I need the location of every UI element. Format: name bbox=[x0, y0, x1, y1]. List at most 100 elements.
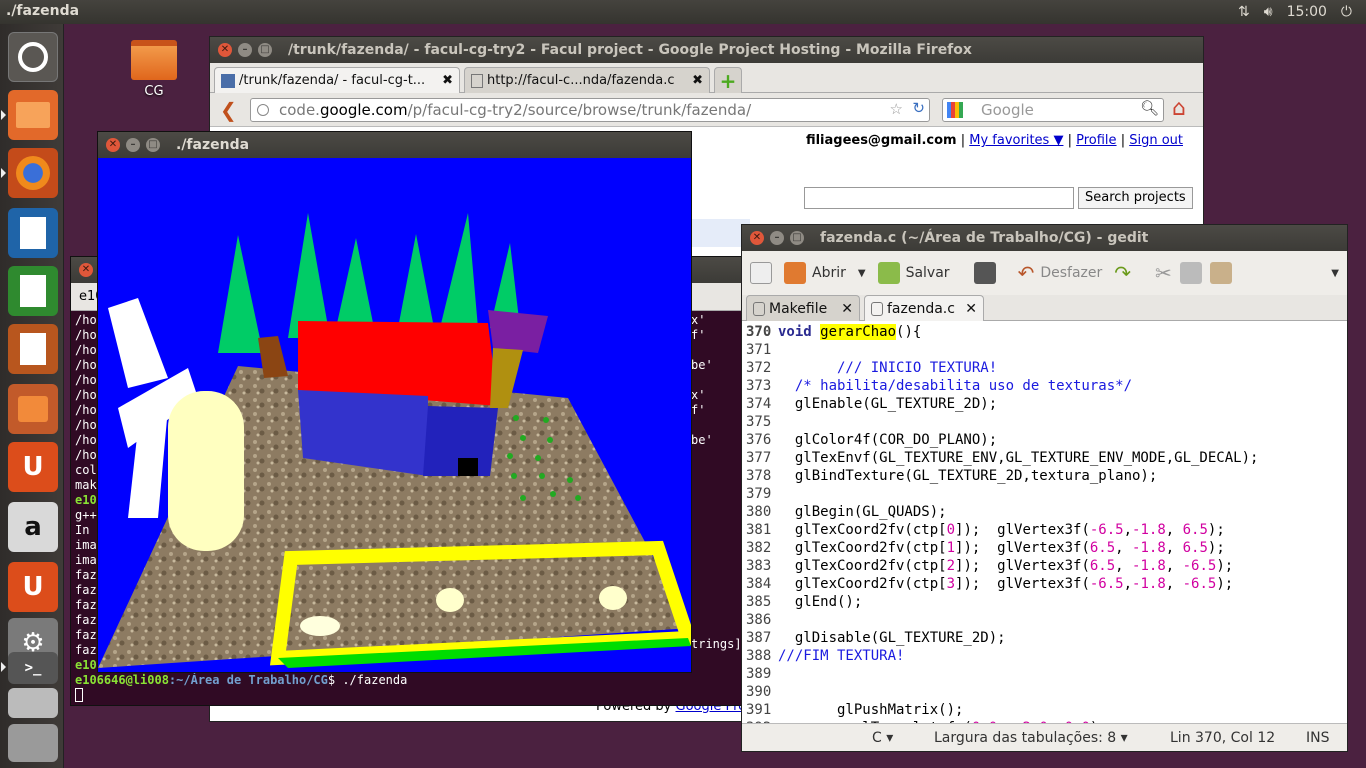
google-icon[interactable] bbox=[947, 102, 963, 118]
tab-makefile[interactable]: Makefile ✕ bbox=[746, 295, 860, 321]
profile-link[interactable]: Profile bbox=[1076, 133, 1116, 148]
line-text: glPushMatrix(); bbox=[778, 702, 964, 718]
ubuntu-icon[interactable] bbox=[8, 32, 58, 82]
reload-icon[interactable]: ↻ bbox=[912, 99, 925, 117]
line-text: glTexCoord2fv(ctp[3]); glVertex3f(-6.5,-… bbox=[778, 576, 1234, 592]
redo-icon[interactable]: ↷ bbox=[1114, 261, 1131, 285]
tab-trunk[interactable]: /trunk/fazenda/ - facul-cg-t... ✖ bbox=[214, 67, 460, 93]
gedit-statusbar: C ▾ Largura das tabulações: 8 ▾ Lin 370,… bbox=[742, 723, 1347, 751]
close-icon[interactable]: ✕ bbox=[79, 263, 93, 277]
search-placeholder: Google bbox=[981, 101, 1034, 119]
gedit-toolbar: Abrir ▼ Salvar ↶ Desfazer ↷ ✂ ▼ bbox=[742, 251, 1347, 295]
windmill-tower bbox=[168, 391, 244, 551]
tab-fazenda-c[interactable]: http://facul-c...nda/fazenda.c ✖ bbox=[464, 67, 710, 93]
impress-icon[interactable] bbox=[8, 324, 58, 374]
trash-icon[interactable] bbox=[8, 724, 58, 762]
code-editor[interactable]: 370 void gerarChao(){371 372 /// INICIO TE… bbox=[742, 321, 1347, 725]
save-button[interactable]: Salvar bbox=[874, 255, 954, 291]
separator: | bbox=[1067, 133, 1072, 148]
terminal-right-fragments: x' f' be' x' f' be' bbox=[691, 313, 741, 448]
close-icon[interactable]: ✕ bbox=[750, 231, 764, 245]
firefox-icon[interactable] bbox=[1, 148, 58, 198]
files-icon[interactable] bbox=[1, 90, 58, 140]
line-number: 372 bbox=[746, 360, 772, 376]
new-tab-button[interactable]: + bbox=[714, 67, 742, 93]
open-dropdown-icon[interactable]: ▼ bbox=[858, 268, 866, 279]
desktop-folder-cg[interactable]: CG bbox=[128, 40, 180, 99]
fazenda-window: ✕ – □ ./fazenda bbox=[97, 131, 692, 673]
minimize-icon[interactable]: – bbox=[238, 43, 252, 57]
clock[interactable]: 15:00 bbox=[1287, 4, 1327, 20]
paste-icon[interactable] bbox=[1209, 262, 1232, 284]
amazon-icon[interactable]: a bbox=[8, 502, 58, 552]
url-domain: google.com bbox=[319, 101, 408, 119]
sign-out-link[interactable]: Sign out bbox=[1129, 133, 1183, 148]
line-number: 373 bbox=[746, 378, 772, 394]
open-button[interactable]: Abrir bbox=[780, 255, 850, 291]
top-panel: ./fazenda ⇅ 🔊︎ 15:00 ⏻ bbox=[0, 0, 1366, 24]
url-bar[interactable]: code.google.com/p/facul-cg-try2/source/b… bbox=[250, 98, 930, 122]
calc-icon[interactable] bbox=[8, 266, 58, 316]
ubuntu-one-music-icon[interactable]: U bbox=[8, 562, 58, 612]
language-selector[interactable]: C ▾ bbox=[872, 730, 893, 746]
navigation-bar: ❮ code.google.com/p/facul-cg-try2/source… bbox=[210, 93, 1203, 127]
search-bar[interactable]: Google 🔍︎ bbox=[942, 98, 1164, 122]
maximize-icon[interactable]: □ bbox=[146, 138, 160, 152]
gedit-tab-bar: Makefile ✕ fazenda.c ✕ bbox=[742, 295, 1347, 321]
code-line: 377 glTexEnvf(GL_TEXTURE_ENV,GL_TEXTURE_… bbox=[746, 449, 1343, 467]
tab-fazenda-c[interactable]: fazenda.c ✕ bbox=[864, 295, 984, 321]
print-icon[interactable] bbox=[973, 262, 996, 284]
toolbar-overflow-icon[interactable]: ▼ bbox=[1331, 268, 1339, 279]
active-window-title: ./fazenda bbox=[6, 3, 80, 19]
volume-icon[interactable]: 🔊︎ bbox=[1264, 4, 1273, 20]
line-number: 380 bbox=[746, 504, 772, 520]
opengl-scene[interactable] bbox=[98, 158, 691, 672]
workspace-icon[interactable] bbox=[8, 688, 58, 718]
bookmark-star-icon[interactable]: ☆ bbox=[890, 100, 903, 118]
page-icon bbox=[471, 73, 483, 88]
power-icon[interactable]: ⏻ bbox=[1341, 4, 1352, 20]
my-favorites-link[interactable]: My favorites ▼ bbox=[969, 133, 1063, 148]
writer-icon[interactable] bbox=[8, 208, 58, 258]
maximize-icon[interactable]: □ bbox=[790, 231, 804, 245]
line-number: 379 bbox=[746, 486, 772, 502]
cursor-position: Lin 370, Col 12 bbox=[1170, 730, 1276, 746]
copy-icon[interactable] bbox=[1179, 262, 1202, 284]
close-tab-icon[interactable]: ✕ bbox=[841, 301, 853, 317]
ubuntu-one-icon[interactable]: U bbox=[8, 442, 58, 492]
code-line: 371 bbox=[746, 341, 1343, 359]
tab-width-selector[interactable]: Largura das tabulações: 8 ▾ bbox=[934, 730, 1128, 746]
close-tab-icon[interactable]: ✖ bbox=[692, 73, 703, 88]
minimize-icon[interactable]: – bbox=[126, 138, 140, 152]
software-center-icon[interactable] bbox=[8, 384, 58, 434]
cut-icon[interactable]: ✂ bbox=[1155, 261, 1172, 285]
barn-door bbox=[458, 458, 478, 476]
close-icon[interactable]: ✕ bbox=[218, 43, 232, 57]
network-icon[interactable]: ⇅ bbox=[1238, 4, 1250, 20]
tab-label: fazenda.c bbox=[887, 300, 955, 317]
maximize-icon[interactable]: □ bbox=[258, 43, 272, 57]
search-icon[interactable]: 🔍︎ bbox=[1140, 99, 1159, 117]
code-line: 372 /// INICIO TEXTURA! bbox=[746, 359, 1343, 377]
tab-label: /trunk/fazenda/ - facul-cg-t... bbox=[239, 73, 426, 88]
search-projects-button[interactable]: Search projects bbox=[1078, 187, 1193, 209]
minimize-icon[interactable]: – bbox=[770, 231, 784, 245]
code-line: 382 glTexCoord2fv(ctp[1]); glVertex3f(6.… bbox=[746, 539, 1343, 557]
fazenda-title: ./fazenda bbox=[176, 137, 250, 153]
new-file-icon[interactable] bbox=[750, 262, 772, 284]
site-identity-icon bbox=[257, 104, 269, 116]
prompt-command: $ ./fazenda bbox=[327, 673, 408, 687]
project-search-input[interactable] bbox=[804, 187, 1074, 209]
back-icon[interactable]: ❮ bbox=[220, 98, 237, 122]
close-icon[interactable]: ✕ bbox=[106, 138, 120, 152]
home-icon[interactable]: ⌂ bbox=[1172, 96, 1186, 121]
terminal-icon[interactable]: >_ bbox=[1, 652, 58, 684]
line-number: 371 bbox=[746, 342, 772, 358]
line-number: 388 bbox=[746, 648, 772, 664]
close-tab-icon[interactable]: ✖ bbox=[442, 73, 453, 88]
line-text: /// INICIO TEXTURA! bbox=[778, 360, 998, 376]
close-tab-icon[interactable]: ✕ bbox=[965, 301, 977, 317]
undo-button[interactable]: ↶ Desfazer bbox=[1014, 255, 1107, 291]
code-line: 391 glPushMatrix(); bbox=[746, 701, 1343, 719]
line-number: 381 bbox=[746, 522, 772, 538]
